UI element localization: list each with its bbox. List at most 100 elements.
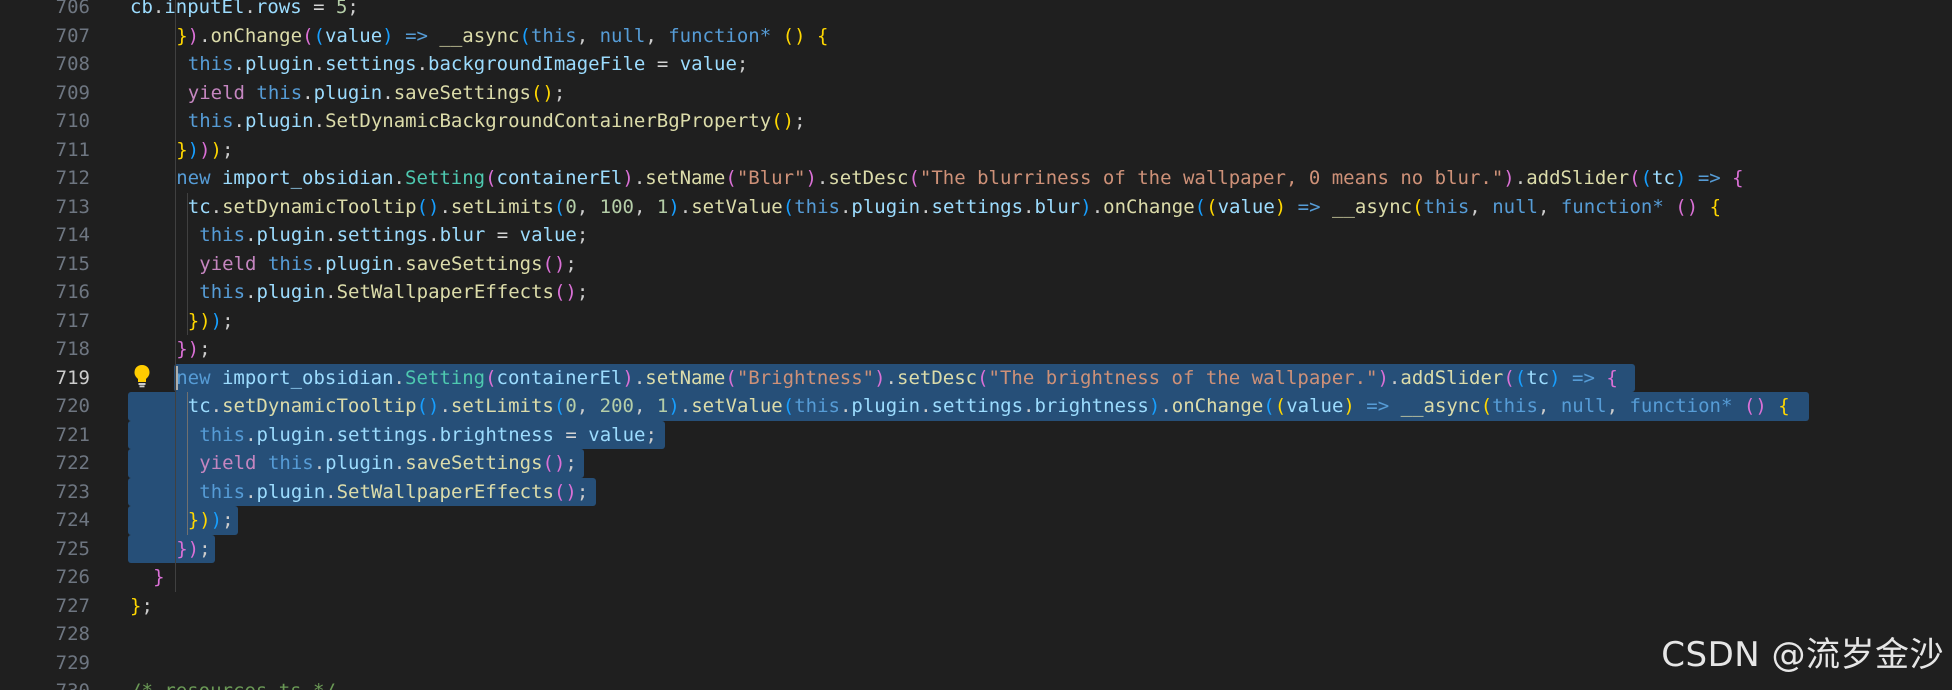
- code-token: blur: [1034, 195, 1081, 218]
- code-token: rows: [255, 0, 302, 18]
- code-token: addSlider: [1526, 167, 1630, 189]
- code-token: .: [325, 423, 337, 446]
- code-token: null: [1492, 195, 1538, 218]
- code-token: (: [302, 24, 314, 47]
- code-line[interactable]: new import_obsidian.Setting(containerEl)…: [176, 364, 1618, 393]
- code-token: =>: [1560, 366, 1607, 389]
- line-number: 724: [55, 509, 90, 531]
- code-token: .: [199, 24, 211, 47]
- code-token: =>: [393, 24, 440, 47]
- code-line[interactable]: this.plugin.SetWallpaperEffects();: [199, 478, 588, 507]
- code-line[interactable]: }));: [188, 307, 234, 336]
- code-line[interactable]: });: [176, 335, 210, 364]
- code-token: containerEl: [496, 167, 623, 189]
- code-token: (: [1514, 366, 1527, 389]
- code-token: ): [382, 24, 394, 47]
- code-line[interactable]: }).onChange((value) => __async(this, nul…: [176, 22, 828, 51]
- code-token: ,: [576, 395, 600, 417]
- code-line[interactable]: tc.setDynamicTooltip().setLimits(0, 100,…: [188, 193, 1721, 222]
- code-line[interactable]: }));: [188, 506, 234, 535]
- code-token: (: [908, 167, 920, 189]
- code-editor[interactable]: 706 707 708 709 710 711 712 713 714 715 716 717 718 7…: [0, 0, 1952, 690]
- code-token: ,: [645, 24, 669, 47]
- code-token: backgroundImageFile: [428, 53, 646, 75]
- code-token: .: [325, 480, 337, 503]
- code-line[interactable]: }: [153, 563, 164, 592]
- code-token: SetWallpaperEffects: [336, 281, 554, 303]
- code-token: 200: [599, 395, 634, 417]
- code-line[interactable]: this.plugin.SetWallpaperEffects();: [199, 278, 588, 307]
- code-token: (: [725, 366, 737, 389]
- code-token: (: [1194, 195, 1207, 218]
- code-token: value: [519, 224, 577, 246]
- code-line[interactable]: this.plugin.settings.blur = value;: [199, 221, 588, 250]
- code-token: (): [553, 480, 577, 503]
- code-token: this: [267, 452, 314, 474]
- code-token: (: [782, 195, 795, 218]
- code-line[interactable]: tc.setDynamicTooltip().setLimits(0, 200,…: [188, 392, 1790, 421]
- code-token: ;: [645, 423, 657, 446]
- code-token: .: [152, 0, 165, 18]
- code-area[interactable]: cb.inputEl.rows = 5;}).onChange((value) …: [118, 0, 1952, 690]
- code-token: .: [1514, 167, 1527, 189]
- code-token: ;: [736, 53, 749, 75]
- line-number: 709: [55, 81, 90, 104]
- code-token: plugin: [256, 281, 326, 303]
- code-line[interactable]: this.plugin.SetDynamicBackgroundContaine…: [188, 107, 806, 136]
- lightbulb-icon[interactable]: [133, 364, 151, 388]
- code-token: this: [187, 53, 234, 75]
- line-number: 720: [55, 395, 90, 417]
- code-token: .: [245, 281, 257, 303]
- code-token: ): [210, 509, 223, 531]
- code-token: }: [187, 509, 200, 531]
- code-line[interactable]: this.plugin.settings.backgroundImageFile…: [188, 50, 749, 79]
- code-token: (: [519, 24, 531, 47]
- code-token: ;: [794, 110, 806, 132]
- code-token: tc: [1652, 167, 1675, 189]
- code-line[interactable]: yield this.plugin.saveSettings();: [188, 79, 566, 108]
- code-token: }: [176, 537, 188, 560]
- code-token: brightness: [1034, 395, 1149, 417]
- code-token: __async: [439, 24, 520, 47]
- code-line[interactable]: cb.inputEl.rows = 5;: [130, 0, 359, 22]
- code-token: ): [1080, 195, 1092, 218]
- code-line[interactable]: this.plugin.settings.brightness = value;: [199, 421, 657, 450]
- code-token: ): [1343, 395, 1355, 417]
- code-line[interactable]: };: [130, 592, 153, 621]
- code-token: ,: [1537, 395, 1561, 417]
- code-token: .: [393, 252, 406, 275]
- code-line[interactable]: new import_obsidian.Setting(containerEl)…: [176, 164, 1743, 193]
- code-token: tc: [1526, 366, 1550, 389]
- code-token: 1: [656, 195, 669, 218]
- code-token: ,: [633, 195, 657, 218]
- code-token: .: [210, 395, 223, 417]
- code-token: null: [599, 24, 646, 47]
- code-token: .: [313, 53, 326, 75]
- code-token: this: [794, 195, 840, 218]
- code-token: ): [187, 537, 200, 560]
- code-line[interactable]: });: [176, 535, 210, 564]
- code-token: ): [210, 138, 222, 161]
- code-line[interactable]: yield this.plugin.saveSettings();: [199, 449, 577, 478]
- code-line[interactable]: yield this.plugin.saveSettings();: [199, 250, 577, 279]
- code-token: 1: [656, 395, 669, 417]
- code-token: .: [439, 195, 451, 218]
- code-token: ): [199, 509, 211, 531]
- line-number: 707: [55, 24, 90, 47]
- code-token: }: [176, 138, 188, 161]
- text-cursor: [176, 366, 178, 390]
- line-number: 716: [55, 281, 90, 303]
- code-token: onChange: [1171, 395, 1264, 417]
- code-line[interactable]: })));: [176, 136, 233, 165]
- code-token: ): [1549, 366, 1561, 389]
- code-token: ;: [199, 537, 211, 560]
- code-token: plugin: [244, 53, 314, 75]
- code-token: ;: [141, 594, 153, 617]
- code-token: import_obsidian: [221, 366, 394, 389]
- code-token: inputEl: [164, 0, 245, 18]
- code-line[interactable]: /* resources.ts */: [130, 677, 336, 690]
- code-token: ): [805, 167, 817, 189]
- code-token: import_obsidian: [221, 167, 394, 189]
- code-token: .: [1023, 195, 1035, 218]
- line-number: 713: [55, 195, 90, 218]
